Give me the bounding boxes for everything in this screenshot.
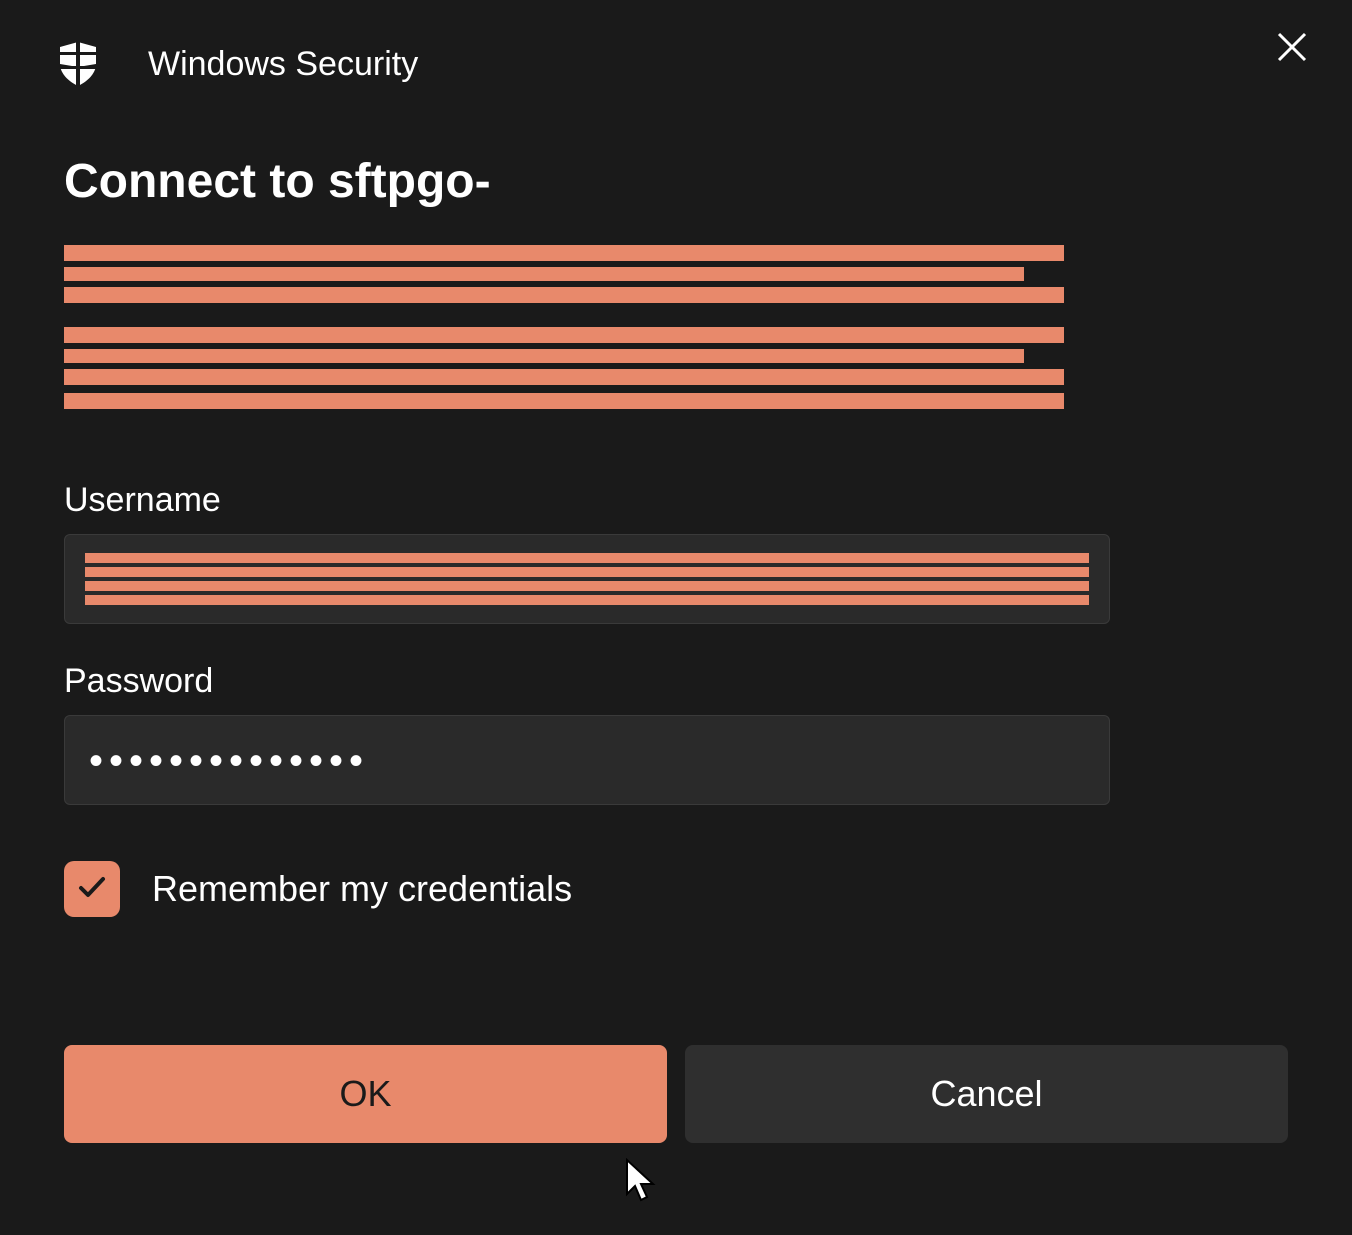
dialog-header: Windows Security	[0, 0, 1352, 86]
redacted-server-info	[64, 245, 1064, 409]
password-field-group: Password ••••••••••••••	[64, 662, 1288, 805]
shield-icon	[58, 42, 98, 86]
password-label: Password	[64, 662, 1288, 701]
close-icon	[1277, 32, 1307, 65]
credential-dialog: Windows Security Connect to sftpgo- User…	[0, 0, 1352, 1235]
remember-checkbox[interactable]	[64, 861, 120, 917]
checkmark-icon	[76, 871, 108, 908]
dialog-title: Connect to sftpgo-	[64, 154, 1288, 209]
username-input[interactable]	[64, 534, 1110, 624]
dialog-buttons: OK Cancel	[64, 1045, 1288, 1143]
password-value: ••••••••••••••	[85, 739, 369, 783]
username-label: Username	[64, 481, 1288, 520]
remember-label: Remember my credentials	[152, 868, 572, 910]
cancel-button[interactable]: Cancel	[685, 1045, 1288, 1143]
remember-credentials-row: Remember my credentials	[64, 861, 1288, 917]
cursor-icon	[625, 1158, 661, 1207]
ok-button[interactable]: OK	[64, 1045, 667, 1143]
dialog-content: Connect to sftpgo- Username Password ••	[0, 86, 1352, 1143]
password-input[interactable]: ••••••••••••••	[64, 715, 1110, 805]
username-field-group: Username	[64, 481, 1288, 624]
close-button[interactable]	[1272, 28, 1312, 68]
header-title: Windows Security	[148, 45, 418, 84]
